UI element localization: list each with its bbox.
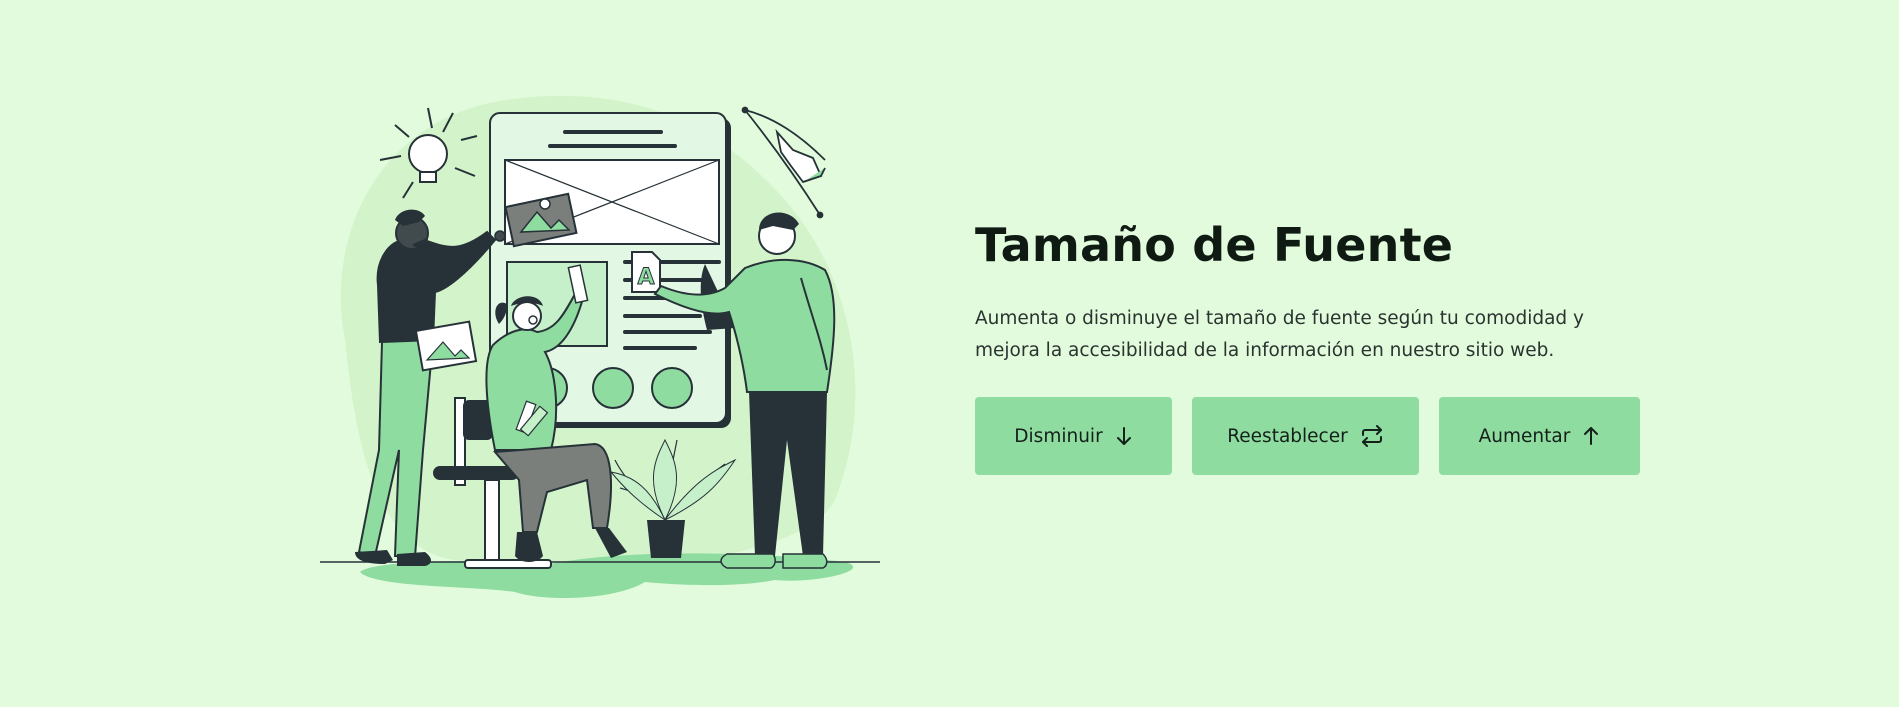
reset-font-button[interactable]: Reestablecer [1192, 397, 1419, 475]
arrow-up-icon [1582, 426, 1600, 446]
increase-font-button[interactable]: Aumentar [1439, 397, 1640, 475]
arrow-down-icon [1115, 426, 1133, 446]
section-title: Tamaño de Fuente [975, 218, 1454, 272]
font-size-section: Tamaño de Fuente Aumenta o disminuye el … [975, 215, 1655, 475]
decrease-font-button[interactable]: Disminuir [975, 397, 1172, 475]
letter-card: A [631, 251, 661, 293]
section-description: Aumenta o disminuye el tamaño de fuente … [975, 308, 1584, 361]
increase-font-label: Aumentar [1478, 425, 1571, 447]
repeat-icon [1360, 425, 1384, 447]
team-design-illustration: A [320, 95, 880, 598]
reset-font-label: Reestablecer [1227, 425, 1348, 447]
decrease-font-label: Disminuir [1014, 425, 1103, 447]
letter-card-text: A [637, 265, 654, 290]
ground-shadow [360, 553, 854, 598]
font-size-page: A Tamaño de Fuente Aumenta o disminuye e… [0, 0, 1899, 707]
font-size-controls: Disminuir Reestablecer Aumentar [975, 397, 1655, 475]
